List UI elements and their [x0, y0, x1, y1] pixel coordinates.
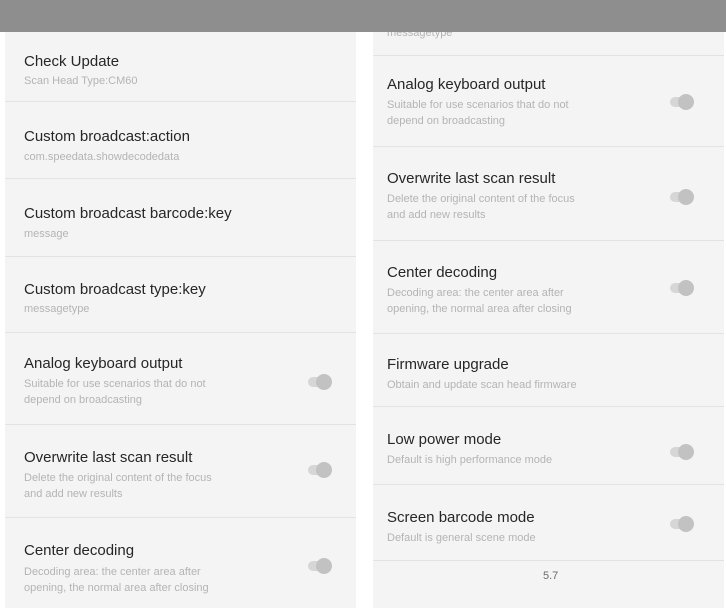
status-bar	[0, 0, 726, 32]
setting-subtitle: Default is general scene mode	[387, 532, 536, 544]
toggle-thumb	[678, 189, 694, 205]
setting-title: Custom broadcast barcode:key	[24, 205, 232, 222]
toggle-thumb	[316, 462, 332, 478]
setting-subtitle: Delete the original content of the focus	[387, 193, 575, 205]
setting-subtitle: Decoding area: the center area after	[24, 566, 201, 578]
setting-subtitle: com.speedata.showdecodedata	[24, 151, 180, 163]
settings-panel-left: Check Update Scan Head Type:CM60 Custom …	[5, 0, 356, 608]
divider	[373, 560, 724, 561]
setting-title: Screen barcode mode	[387, 509, 535, 526]
divider	[373, 484, 724, 485]
analog-keyboard-toggle[interactable]	[305, 374, 333, 390]
divider	[5, 178, 356, 179]
setting-subtitle: Suitable for use scenarios that do not	[24, 378, 206, 390]
toggle-thumb	[678, 516, 694, 532]
setting-title: Custom broadcast:action	[24, 128, 190, 145]
setting-title: Center decoding	[387, 264, 498, 281]
divider	[5, 101, 356, 102]
divider	[373, 55, 724, 56]
setting-subtitle: Obtain and update scan head firmware	[387, 379, 577, 391]
divider	[5, 256, 356, 257]
setting-title: Custom broadcast type:key	[24, 281, 206, 298]
setting-subtitle: depend on broadcasting	[387, 115, 506, 127]
setting-title: Overwrite last scan result	[387, 170, 556, 187]
setting-subtitle: Default is high performance mode	[387, 454, 553, 466]
setting-subtitle: message	[24, 228, 69, 240]
analog-keyboard-toggle[interactable]	[667, 94, 695, 110]
divider	[373, 146, 724, 147]
setting-title: Firmware upgrade	[387, 356, 509, 373]
setting-title: Low power mode	[387, 431, 502, 448]
setting-subtitle: and add new results	[387, 209, 486, 221]
divider	[5, 332, 356, 333]
setting-subtitle: messagetype	[24, 303, 90, 315]
toggle-thumb	[678, 444, 694, 460]
divider	[373, 240, 724, 241]
version-label: 5.7	[543, 570, 559, 582]
setting-subtitle: Suitable for use scenarios that do not	[387, 99, 569, 111]
setting-subtitle: Decoding area: the center area after	[387, 287, 564, 299]
toggle-thumb	[316, 374, 332, 390]
divider	[5, 424, 356, 425]
low-power-toggle[interactable]	[667, 444, 695, 460]
divider	[373, 333, 724, 334]
setting-title: Center decoding	[24, 542, 135, 559]
settings-panel-right: messagetype Analog keyboard output Suita…	[373, 0, 724, 608]
setting-subtitle: Delete the original content of the focus	[24, 472, 212, 484]
toggle-thumb	[316, 558, 332, 574]
setting-title: Analog keyboard output	[387, 76, 546, 93]
setting-subtitle: and add new results	[24, 488, 123, 500]
setting-title: Check Update	[24, 53, 120, 70]
setting-subtitle: depend on broadcasting	[24, 394, 143, 406]
center-decoding-toggle[interactable]	[667, 280, 695, 296]
setting-title: Analog keyboard output	[24, 355, 183, 372]
divider	[5, 517, 356, 518]
screen-barcode-toggle[interactable]	[667, 516, 695, 532]
toggle-thumb	[678, 94, 694, 110]
setting-subtitle: opening, the normal area after closing	[387, 303, 572, 315]
setting-title: Overwrite last scan result	[24, 449, 193, 466]
overwrite-scan-toggle[interactable]	[667, 189, 695, 205]
setting-subtitle: opening, the normal area after closing	[24, 582, 209, 594]
divider	[373, 406, 724, 407]
toggle-thumb	[678, 280, 694, 296]
center-decoding-toggle[interactable]	[305, 558, 333, 574]
setting-subtitle: Scan Head Type:CM60	[24, 75, 138, 87]
overwrite-scan-toggle[interactable]	[305, 462, 333, 478]
